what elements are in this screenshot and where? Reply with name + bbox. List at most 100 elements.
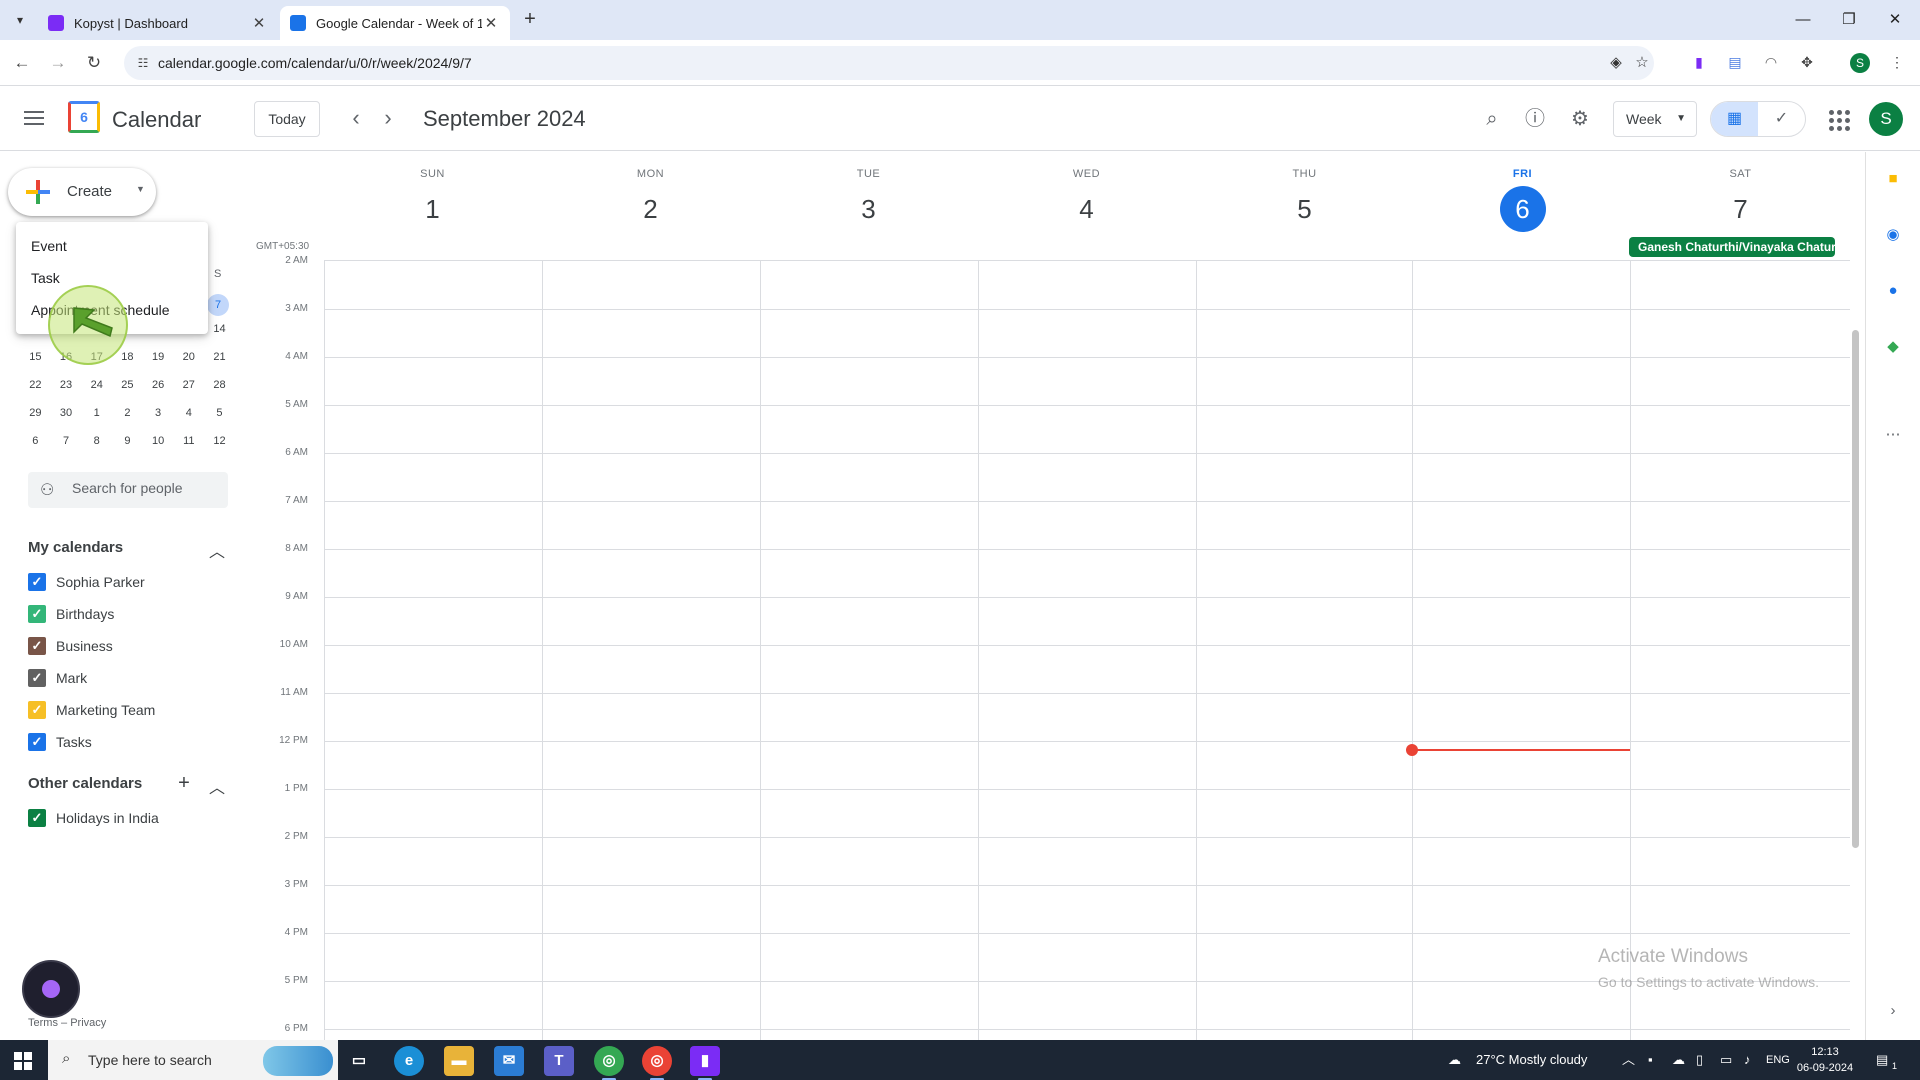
battery-icon[interactable]: ▯ bbox=[1696, 1040, 1703, 1080]
tasks-icon[interactable]: ◉ bbox=[1882, 224, 1904, 246]
keep-icon[interactable]: ■ bbox=[1882, 168, 1904, 190]
checkbox-checked-icon[interactable]: ✓ bbox=[28, 669, 46, 687]
more-icon[interactable]: ⋯ bbox=[1882, 424, 1904, 446]
restore-icon[interactable]: ❐ bbox=[1826, 6, 1872, 34]
mini-day[interactable]: 1 bbox=[81, 399, 112, 427]
mini-calendar-selected-day[interactable]: 7 bbox=[207, 294, 229, 316]
mini-day[interactable]: 14 bbox=[204, 315, 235, 343]
browser-profile-avatar[interactable]: S bbox=[1850, 53, 1870, 73]
mini-day[interactable]: 23 bbox=[51, 371, 82, 399]
create-button[interactable]: Create ▼ bbox=[8, 168, 156, 216]
mini-day[interactable]: 6 bbox=[20, 427, 51, 455]
calendar-item-holidays-in-india[interactable]: ✓ Holidays in India bbox=[28, 806, 159, 830]
mini-day[interactable]: 7 bbox=[51, 427, 82, 455]
search-people-input[interactable] bbox=[72, 480, 222, 496]
chrome-profile-a-icon[interactable]: ◎ bbox=[594, 1046, 624, 1080]
checkbox-checked-icon[interactable]: ✓ bbox=[28, 809, 46, 827]
weather-text[interactable]: 27°C Mostly cloudy bbox=[1476, 1040, 1587, 1080]
contacts-icon[interactable]: ● bbox=[1882, 280, 1904, 302]
day-header-tue[interactable]: TUE 3 bbox=[760, 168, 977, 232]
tab-google-calendar[interactable]: Google Calendar - Week of 1 Se ✕ bbox=[280, 6, 510, 40]
expand-panel-chevron-icon[interactable]: › bbox=[1882, 1000, 1904, 1022]
checkbox-checked-icon[interactable]: ✓ bbox=[28, 701, 46, 719]
chevron-up-icon[interactable]: ︿ bbox=[207, 774, 227, 798]
account-avatar[interactable]: S bbox=[1869, 102, 1903, 136]
day-header-fri-today[interactable]: FRI 6 bbox=[1414, 168, 1631, 232]
mini-day[interactable]: 2 bbox=[112, 399, 143, 427]
calendar-item-marketing-team[interactable]: ✓ Marketing Team bbox=[28, 698, 155, 722]
omnibox[interactable]: ☷ calendar.google.com/calendar/u/0/r/wee… bbox=[124, 46, 1654, 80]
volume-icon[interactable]: ♪ bbox=[1744, 1040, 1751, 1080]
calendar-item-mark[interactable]: ✓ Mark bbox=[28, 666, 87, 690]
week-time-grid[interactable] bbox=[324, 260, 1850, 1040]
day-header-sat[interactable]: SAT 7 bbox=[1632, 168, 1849, 232]
checkbox-checked-icon[interactable]: ✓ bbox=[28, 605, 46, 623]
notification-center-icon[interactable]: ▤ bbox=[1876, 1040, 1888, 1080]
day-number[interactable]: 5 bbox=[1282, 186, 1328, 232]
mini-day[interactable]: 29 bbox=[20, 399, 51, 427]
tray-chevron-up-icon[interactable]: ︿ bbox=[1622, 1040, 1635, 1080]
mini-day[interactable]: 11 bbox=[173, 427, 204, 455]
help-icon[interactable]: ⓘ bbox=[1521, 105, 1549, 133]
mini-day[interactable]: 26 bbox=[143, 371, 174, 399]
close-tab-icon[interactable]: ✕ bbox=[250, 14, 268, 32]
grid-scrollbar[interactable] bbox=[1852, 330, 1859, 848]
chrome-profile-s-icon[interactable]: ◎ bbox=[642, 1046, 672, 1080]
calendar-view-icon[interactable]: ▦ bbox=[1711, 102, 1758, 136]
new-tab-icon[interactable]: + bbox=[518, 8, 542, 32]
day-header-sun[interactable]: SUN 1 bbox=[324, 168, 541, 232]
teams-tray-icon[interactable]: ▪ bbox=[1648, 1040, 1653, 1080]
day-number[interactable]: 7 bbox=[1718, 186, 1764, 232]
mini-day[interactable]: 30 bbox=[51, 399, 82, 427]
extensions-puzzle-icon[interactable]: ✥ bbox=[1796, 51, 1818, 73]
mini-day[interactable]: 4 bbox=[173, 399, 204, 427]
create-menu-task[interactable]: Task bbox=[16, 262, 208, 294]
task-view-icon[interactable]: ▭ bbox=[344, 1046, 374, 1076]
mini-day[interactable]: 25 bbox=[112, 371, 143, 399]
mini-day[interactable]: 27 bbox=[173, 371, 204, 399]
reload-icon[interactable]: ↻ bbox=[82, 51, 106, 75]
back-icon[interactable]: ← bbox=[10, 51, 34, 75]
checkbox-checked-icon[interactable]: ✓ bbox=[28, 573, 46, 591]
kopyst-extension-icon[interactable]: ▮ bbox=[1688, 51, 1710, 73]
day-number[interactable]: 3 bbox=[846, 186, 892, 232]
bookmark-star-icon[interactable]: ☆ bbox=[1632, 53, 1652, 73]
calendar-item-birthdays[interactable]: ✓ Birthdays bbox=[28, 602, 114, 626]
site-info-icon[interactable]: ☷ bbox=[134, 54, 152, 72]
google-apps-icon[interactable] bbox=[1826, 107, 1850, 131]
search-icon[interactable]: ⌕ bbox=[1478, 105, 1506, 133]
maps-icon[interactable]: ◆ bbox=[1882, 336, 1904, 358]
edge-icon[interactable]: e bbox=[394, 1046, 424, 1076]
kopyst-app-icon[interactable]: ▮ bbox=[690, 1046, 720, 1080]
mini-day[interactable]: 3 bbox=[143, 399, 174, 427]
next-week-chevron-icon[interactable]: › bbox=[374, 105, 402, 133]
window-close-icon[interactable]: ✕ bbox=[1872, 6, 1918, 34]
tab-search-chevron-icon[interactable]: ▾ bbox=[8, 8, 32, 32]
settings-gear-icon[interactable]: ⚙ bbox=[1566, 105, 1594, 133]
screen-recorder-button[interactable] bbox=[22, 960, 80, 1018]
close-tab-icon[interactable]: ✕ bbox=[482, 14, 500, 32]
today-button[interactable]: Today bbox=[254, 101, 320, 137]
mini-day[interactable]: 28 bbox=[204, 371, 235, 399]
day-header-mon[interactable]: MON 2 bbox=[542, 168, 759, 232]
mini-day[interactable]: 24 bbox=[81, 371, 112, 399]
my-calendars-title[interactable]: My calendars bbox=[28, 539, 123, 556]
forward-icon[interactable]: → bbox=[46, 51, 70, 75]
checkbox-checked-icon[interactable]: ✓ bbox=[28, 733, 46, 751]
onedrive-icon[interactable]: ☁ bbox=[1672, 1040, 1685, 1080]
mini-day[interactable]: 15 bbox=[20, 343, 51, 371]
mini-day[interactable]: 20 bbox=[173, 343, 204, 371]
day-number-today[interactable]: 6 bbox=[1499, 186, 1546, 232]
tasks-view-icon[interactable]: ✓ bbox=[1758, 102, 1805, 136]
mini-day[interactable]: 10 bbox=[143, 427, 174, 455]
tab-kopyst-dashboard[interactable]: Kopyst | Dashboard ✕ bbox=[38, 6, 278, 40]
search-people-field[interactable]: ⚇ bbox=[28, 472, 228, 508]
main-menu-icon[interactable] bbox=[22, 107, 46, 131]
browser-menu-icon[interactable]: ⋮ bbox=[1886, 51, 1908, 73]
create-menu-event[interactable]: Event bbox=[16, 230, 208, 262]
taskbar-search-box[interactable]: ⌕ Type here to search bbox=[48, 1040, 338, 1080]
chevron-up-icon[interactable]: ︿ bbox=[207, 538, 227, 562]
day-number[interactable]: 1 bbox=[410, 186, 456, 232]
mail-icon[interactable]: ✉ bbox=[494, 1046, 524, 1076]
language-indicator[interactable]: ENG bbox=[1766, 1040, 1790, 1080]
